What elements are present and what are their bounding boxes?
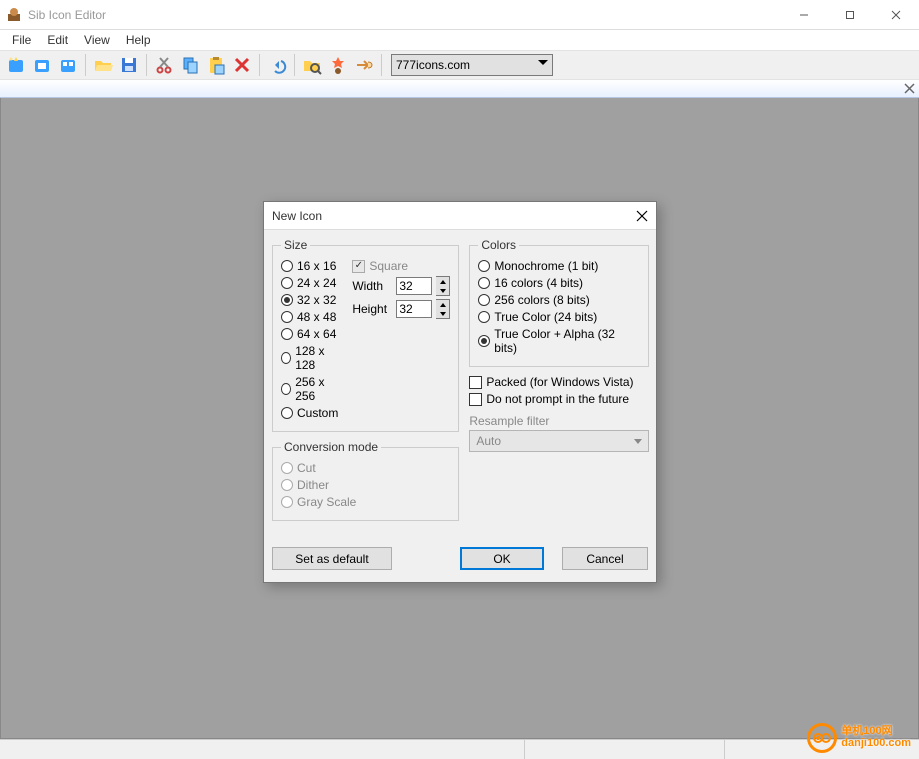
cancel-button[interactable]: Cancel <box>562 547 648 570</box>
new-library-button[interactable] <box>56 53 80 77</box>
new-icon-dialog: New Icon Size 16 x 16 24 x 24 32 x 32 48… <box>263 201 657 583</box>
window-controls <box>781 0 919 29</box>
search-button[interactable] <box>300 53 324 77</box>
tabbar-close-button[interactable] <box>903 82 916 95</box>
dialog-title: New Icon <box>264 202 656 230</box>
height-spin[interactable] <box>436 299 450 319</box>
app-title: Sib Icon Editor <box>28 8 781 22</box>
size-option-32[interactable]: 32 x 32 <box>281 293 338 307</box>
titlebar: Sib Icon Editor <box>0 0 919 30</box>
menu-file[interactable]: File <box>4 31 39 49</box>
menu-view[interactable]: View <box>76 31 118 49</box>
url-combobox[interactable]: 777icons.com <box>391 54 553 76</box>
no-prompt-checkbox[interactable]: Do not prompt in the future <box>469 392 649 406</box>
open-button[interactable] <box>91 53 115 77</box>
dialog-title-text: New Icon <box>272 209 322 223</box>
close-button[interactable] <box>873 0 919 29</box>
status-cell-1 <box>0 740 524 759</box>
size-option-24[interactable]: 24 x 24 <box>281 276 338 290</box>
resample-label: Resample filter <box>469 414 649 428</box>
url-combobox-value: 777icons.com <box>396 58 470 72</box>
pointer-hand-button[interactable] <box>352 53 376 77</box>
new-image-button[interactable] <box>30 53 54 77</box>
maximize-button[interactable] <box>827 0 873 29</box>
minimize-button[interactable] <box>781 0 827 29</box>
ok-button[interactable]: OK <box>460 547 544 570</box>
conversion-grayscale: Gray Scale <box>281 495 450 509</box>
height-label: Height <box>352 302 392 316</box>
size-option-64[interactable]: 64 x 64 <box>281 327 338 341</box>
size-legend: Size <box>281 238 310 252</box>
color-24bit[interactable]: True Color (24 bits) <box>478 310 640 324</box>
colors-legend: Colors <box>478 238 519 252</box>
conversion-dither: Dither <box>281 478 450 492</box>
wizard-button[interactable] <box>326 53 350 77</box>
chevron-down-icon <box>538 60 548 65</box>
paste-button[interactable] <box>204 53 228 77</box>
size-option-custom[interactable]: Custom <box>281 406 338 420</box>
toolbar: 777icons.com <box>0 50 919 80</box>
chevron-down-icon <box>634 439 642 444</box>
size-option-48[interactable]: 48 x 48 <box>281 310 338 324</box>
set-default-button[interactable]: Set as default <box>272 547 392 570</box>
app-icon <box>6 7 22 23</box>
menu-help[interactable]: Help <box>118 31 159 49</box>
conversion-legend: Conversion mode <box>281 440 381 454</box>
color-16[interactable]: 16 colors (4 bits) <box>478 276 640 290</box>
square-checkbox[interactable]: Square <box>352 259 450 273</box>
new-icon-button[interactable] <box>4 53 28 77</box>
watermark: 单机100网 danji100.com <box>807 723 911 753</box>
menubar: File Edit View Help <box>0 30 919 50</box>
size-option-16[interactable]: 16 x 16 <box>281 259 338 273</box>
packed-checkbox[interactable]: Packed (for Windows Vista) <box>469 375 649 389</box>
height-input[interactable] <box>396 300 432 318</box>
resample-value: Auto <box>476 434 501 448</box>
statusbar <box>0 739 919 759</box>
resample-select: Auto <box>469 430 649 452</box>
cut-button[interactable] <box>152 53 176 77</box>
document-tabbar <box>0 80 919 98</box>
width-label: Width <box>352 279 392 293</box>
status-cell-2 <box>524 740 724 759</box>
delete-button[interactable] <box>230 53 254 77</box>
watermark-text: danji100.com <box>841 738 911 750</box>
dialog-close-button[interactable] <box>634 208 650 224</box>
width-input[interactable] <box>396 277 432 295</box>
colors-group: Colors Monochrome (1 bit) 16 colors (4 b… <box>469 238 649 367</box>
size-group: Size 16 x 16 24 x 24 32 x 32 48 x 48 64 … <box>272 238 459 432</box>
copy-button[interactable] <box>178 53 202 77</box>
color-32bit[interactable]: True Color + Alpha (32 bits) <box>478 327 640 355</box>
menu-edit[interactable]: Edit <box>39 31 76 49</box>
watermark-icon <box>807 723 837 753</box>
size-option-256[interactable]: 256 x 256 <box>281 375 338 403</box>
width-spin[interactable] <box>436 276 450 296</box>
undo-button[interactable] <box>265 53 289 77</box>
conversion-group: Conversion mode Cut Dither Gray Scale <box>272 440 459 521</box>
color-mono[interactable]: Monochrome (1 bit) <box>478 259 640 273</box>
save-button[interactable] <box>117 53 141 77</box>
conversion-cut: Cut <box>281 461 450 475</box>
size-option-128[interactable]: 128 x 128 <box>281 344 338 372</box>
color-256[interactable]: 256 colors (8 bits) <box>478 293 640 307</box>
